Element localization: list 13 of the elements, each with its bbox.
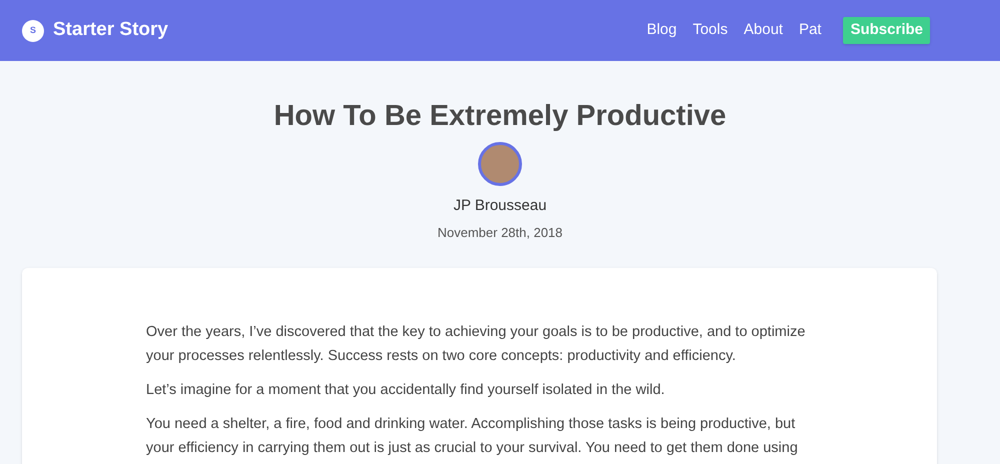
publish-date: November 28th, 2018 bbox=[437, 224, 563, 242]
nav-link[interactable]: Blog bbox=[646, 19, 677, 42]
nav-link[interactable]: Pat bbox=[798, 19, 822, 42]
paragraph: Over the years, I’ve discovered that the key to achieving your goals is to be productive, and to optimize your processes relentlessly. Success rests on two core concepts: productivity and efficiency. bbox=[146, 323, 806, 366]
paragraph: You need a shelter, a fire, food and drinking water. Accomplishing those tasks is being productive, but your efficiency in carrying them out is just as crucial to your survival. You need to get them done using bbox=[146, 415, 799, 458]
logo-icon[interactable]: S bbox=[22, 20, 44, 42]
paragraph: Let’s imagine for a moment that you accidentally find yourself isolated in the wild. bbox=[146, 381, 666, 400]
brand-link[interactable]: Starter Story bbox=[53, 16, 168, 45]
article-title: How To Be Extremely Productive bbox=[274, 99, 726, 133]
nav-link[interactable]: Tools bbox=[692, 19, 728, 42]
nav-link[interactable]: About bbox=[744, 19, 783, 42]
avatar bbox=[478, 142, 522, 186]
author-name: JP Brousseau bbox=[453, 196, 547, 216]
